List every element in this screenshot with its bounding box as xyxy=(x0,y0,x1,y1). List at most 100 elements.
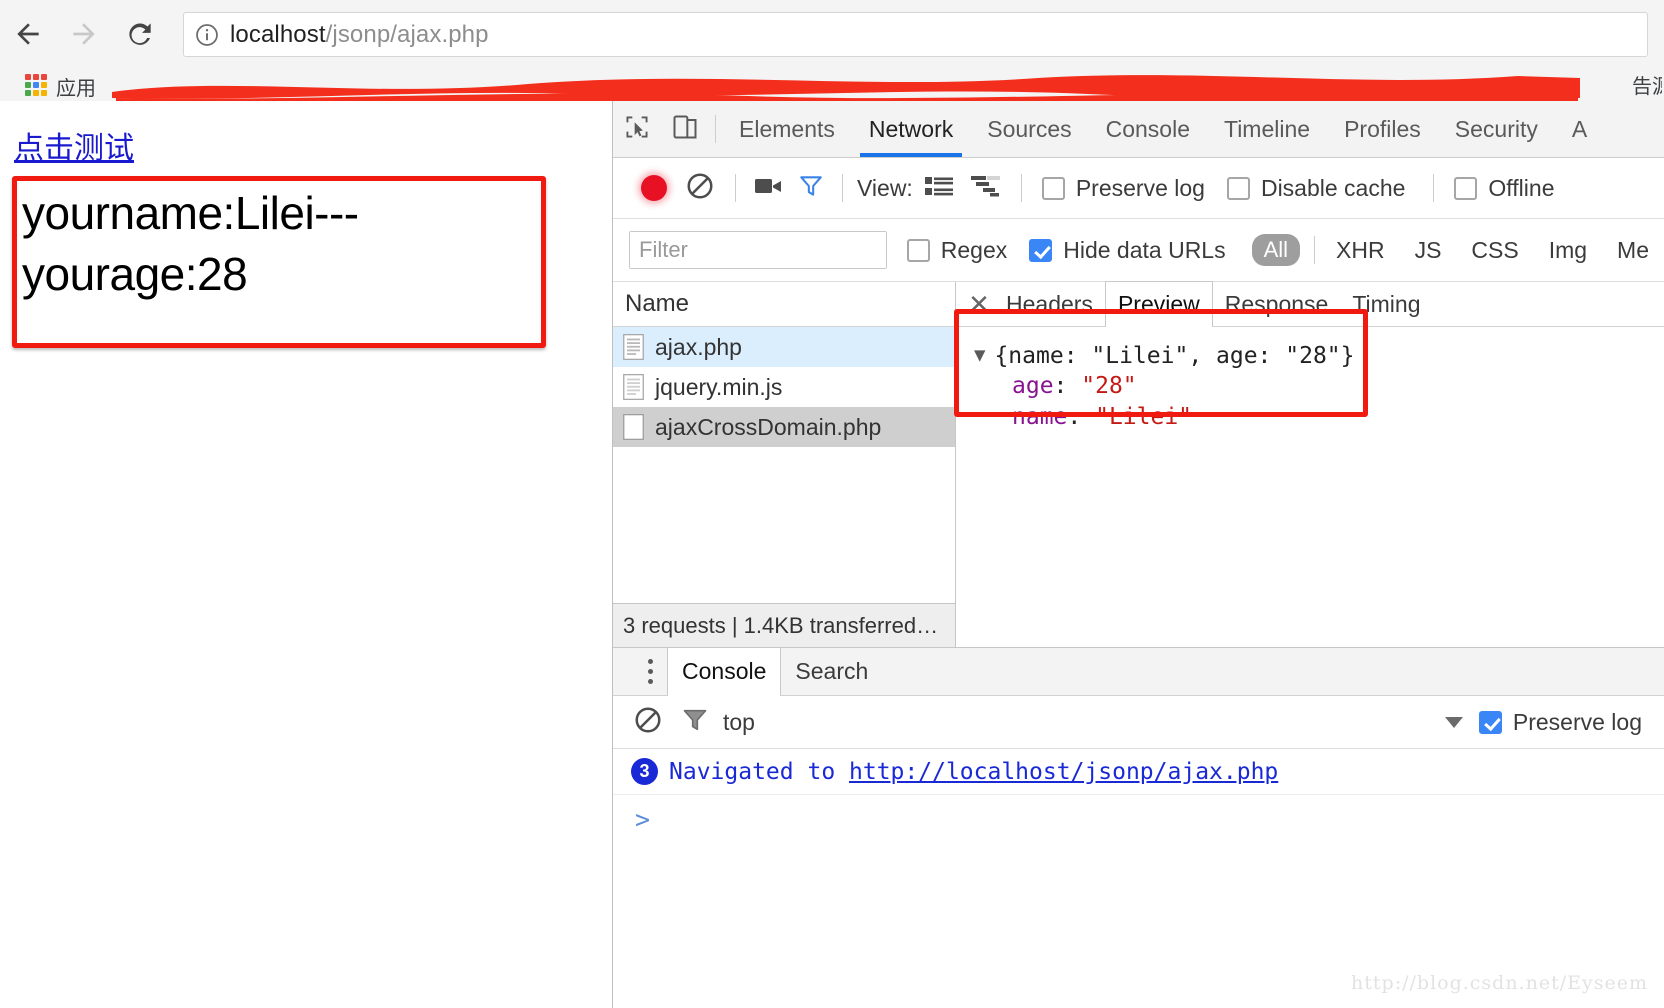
list-view-button[interactable] xyxy=(924,175,953,202)
clear-requests-button[interactable] xyxy=(685,171,715,206)
disable-cache-checkbox-row[interactable]: Disable cache xyxy=(1226,174,1406,202)
devtools-drawer: Console Search top Preserve log 3 Naviga… xyxy=(613,647,1664,843)
console-preserve-log-checkbox[interactable] xyxy=(1478,710,1502,734)
table-row[interactable]: ajax.php xyxy=(613,327,955,367)
browser-chrome: localhost/jsonp/ajax.php xyxy=(0,0,1664,68)
clear-no-entry-icon xyxy=(685,173,715,205)
back-button[interactable] xyxy=(0,0,56,68)
navigated-label: Navigated to xyxy=(669,758,850,785)
console-toolbar: top Preserve log xyxy=(613,696,1664,749)
toolbar-divider xyxy=(735,174,736,202)
record-button-icon[interactable] xyxy=(641,175,667,201)
toolbar-divider xyxy=(715,115,716,143)
devtools-panel: Elements Network Sources Console Timelin… xyxy=(613,101,1664,1008)
watermark: http://blog.csdn.net/Eyseem xyxy=(1351,972,1648,994)
regex-checkbox[interactable] xyxy=(906,238,930,262)
preserve-log-checkbox[interactable] xyxy=(1041,176,1065,200)
regex-label: Regex xyxy=(940,236,1008,263)
console-message-text: Navigated to http://localhost/jsonp/ajax… xyxy=(669,759,1278,785)
page-viewport: 点击测试 yourname:Lilei--- yourage:28 xyxy=(0,101,613,1008)
reload-button[interactable] xyxy=(112,0,168,68)
network-filter-bar: Filter Regex Hide data URLs All XHR JS C… xyxy=(613,219,1664,282)
address-bar-url: localhost/jsonp/ajax.php xyxy=(230,21,489,49)
offline-checkbox[interactable] xyxy=(1454,176,1478,200)
console-context-selector[interactable]: top xyxy=(723,709,755,736)
request-list: ajax.php jquery.min.js ajaxCrossDomain.p… xyxy=(613,327,955,603)
waterfall-view-button[interactable] xyxy=(970,175,1001,202)
tab-security[interactable]: Security xyxy=(1438,101,1555,157)
caret-down-icon[interactable] xyxy=(1444,716,1463,728)
type-filter-css[interactable]: CSS xyxy=(1471,237,1518,264)
type-filter-xhr[interactable]: XHR xyxy=(1336,237,1385,264)
filter-input[interactable]: Filter xyxy=(629,231,887,269)
offline-checkbox-row[interactable]: Offline xyxy=(1454,175,1554,202)
inspect-element-button[interactable] xyxy=(613,101,661,157)
inspect-cursor-icon xyxy=(623,113,651,146)
preserve-log-label: Preserve log xyxy=(1075,174,1205,201)
type-filter-img[interactable]: Img xyxy=(1549,237,1587,264)
bookmark-right-partial-label[interactable]: 告源 xyxy=(1632,70,1662,99)
document-icon xyxy=(623,374,644,400)
clear-no-entry-icon xyxy=(633,707,663,739)
bookmarks-bar xyxy=(0,68,1664,102)
tab-audits-partial[interactable]: A xyxy=(1555,101,1604,157)
url-path: /jsonp/ajax.php xyxy=(325,20,489,48)
console-filter-button[interactable] xyxy=(681,706,709,739)
drawer-tab-console[interactable]: Console xyxy=(667,647,782,696)
view-label: View: xyxy=(857,174,913,201)
tab-elements[interactable]: Elements xyxy=(722,101,852,157)
waterfall-view-icon xyxy=(970,175,1001,201)
reload-icon xyxy=(124,18,156,50)
disable-cache-checkbox[interactable] xyxy=(1226,176,1250,200)
type-filter-media[interactable]: Me xyxy=(1617,237,1649,264)
request-name: ajaxCrossDomain.php xyxy=(655,413,882,440)
console-message[interactable]: 3 Navigated to http://localhost/jsonp/aj… xyxy=(613,749,1664,795)
request-name: ajax.php xyxy=(655,333,742,360)
page-test-link[interactable]: 点击测试 xyxy=(14,123,134,167)
filter-toggle-button[interactable] xyxy=(798,173,824,204)
request-list-pane: Name ajax.php jquery.min.js ajaxCrossDom… xyxy=(613,282,956,647)
tab-network[interactable]: Network xyxy=(852,101,970,157)
prompt-chevron-icon: > xyxy=(635,804,651,834)
regex-checkbox-row[interactable]: Regex xyxy=(906,236,1008,264)
console-clear-button[interactable] xyxy=(633,705,663,740)
screenshot-root: localhost/jsonp/ajax.php 应用 告源 点击测试 your… xyxy=(0,0,1664,1008)
tab-timeline[interactable]: Timeline xyxy=(1207,101,1327,157)
request-detail-pane: ✕ Headers Preview Response Timing ▼ {nam… xyxy=(954,281,1664,647)
network-toolbar: View: Preserve log Disable cache Offline xyxy=(613,158,1664,219)
hide-data-urls-checkbox-row[interactable]: Hide data URLs xyxy=(1029,237,1226,264)
device-toolbar-button[interactable] xyxy=(661,101,709,157)
table-row[interactable]: ajaxCrossDomain.php xyxy=(613,407,955,447)
hide-data-urls-checkbox[interactable] xyxy=(1029,238,1053,262)
red-annotation-box-result xyxy=(12,176,546,348)
forward-button[interactable] xyxy=(56,0,112,68)
tab-sources[interactable]: Sources xyxy=(970,101,1088,157)
bookmark-apps-label[interactable]: 应用 xyxy=(56,72,96,101)
console-preserve-log-row[interactable]: Preserve log xyxy=(1478,708,1642,736)
film-camera-icon xyxy=(754,178,784,201)
toolbar-divider xyxy=(1020,174,1022,202)
type-filter-js[interactable]: JS xyxy=(1415,237,1442,264)
table-row[interactable]: jquery.min.js xyxy=(613,367,955,407)
preserve-log-checkbox-row[interactable]: Preserve log xyxy=(1041,174,1205,202)
toolbar-divider xyxy=(1433,174,1435,202)
filter-funnel-icon xyxy=(798,175,824,203)
info-circle-icon[interactable] xyxy=(194,22,220,48)
network-split-view: Name ajax.php jquery.min.js ajaxCrossDom… xyxy=(613,281,1664,647)
console-preserve-log-label: Preserve log xyxy=(1512,708,1642,735)
more-vertical-icon[interactable] xyxy=(633,648,667,695)
offline-label: Offline xyxy=(1488,174,1555,201)
disable-cache-label: Disable cache xyxy=(1260,174,1406,201)
address-bar[interactable]: localhost/jsonp/ajax.php xyxy=(183,12,1648,57)
tab-profiles[interactable]: Profiles xyxy=(1327,101,1438,157)
drawer-tab-search[interactable]: Search xyxy=(781,648,882,695)
navigated-url-link[interactable]: http://localhost/jsonp/ajax.php xyxy=(849,759,1278,785)
tab-console[interactable]: Console xyxy=(1089,101,1207,157)
console-prompt[interactable]: > xyxy=(613,795,1664,843)
request-column-header[interactable]: Name xyxy=(613,282,955,327)
capture-screenshots-button[interactable] xyxy=(754,175,784,202)
devtools-tabbar: Elements Network Sources Console Timelin… xyxy=(613,101,1664,158)
type-filter-all[interactable]: All xyxy=(1251,234,1301,266)
arrow-left-icon xyxy=(12,18,44,50)
apps-grid-icon[interactable] xyxy=(25,74,47,96)
